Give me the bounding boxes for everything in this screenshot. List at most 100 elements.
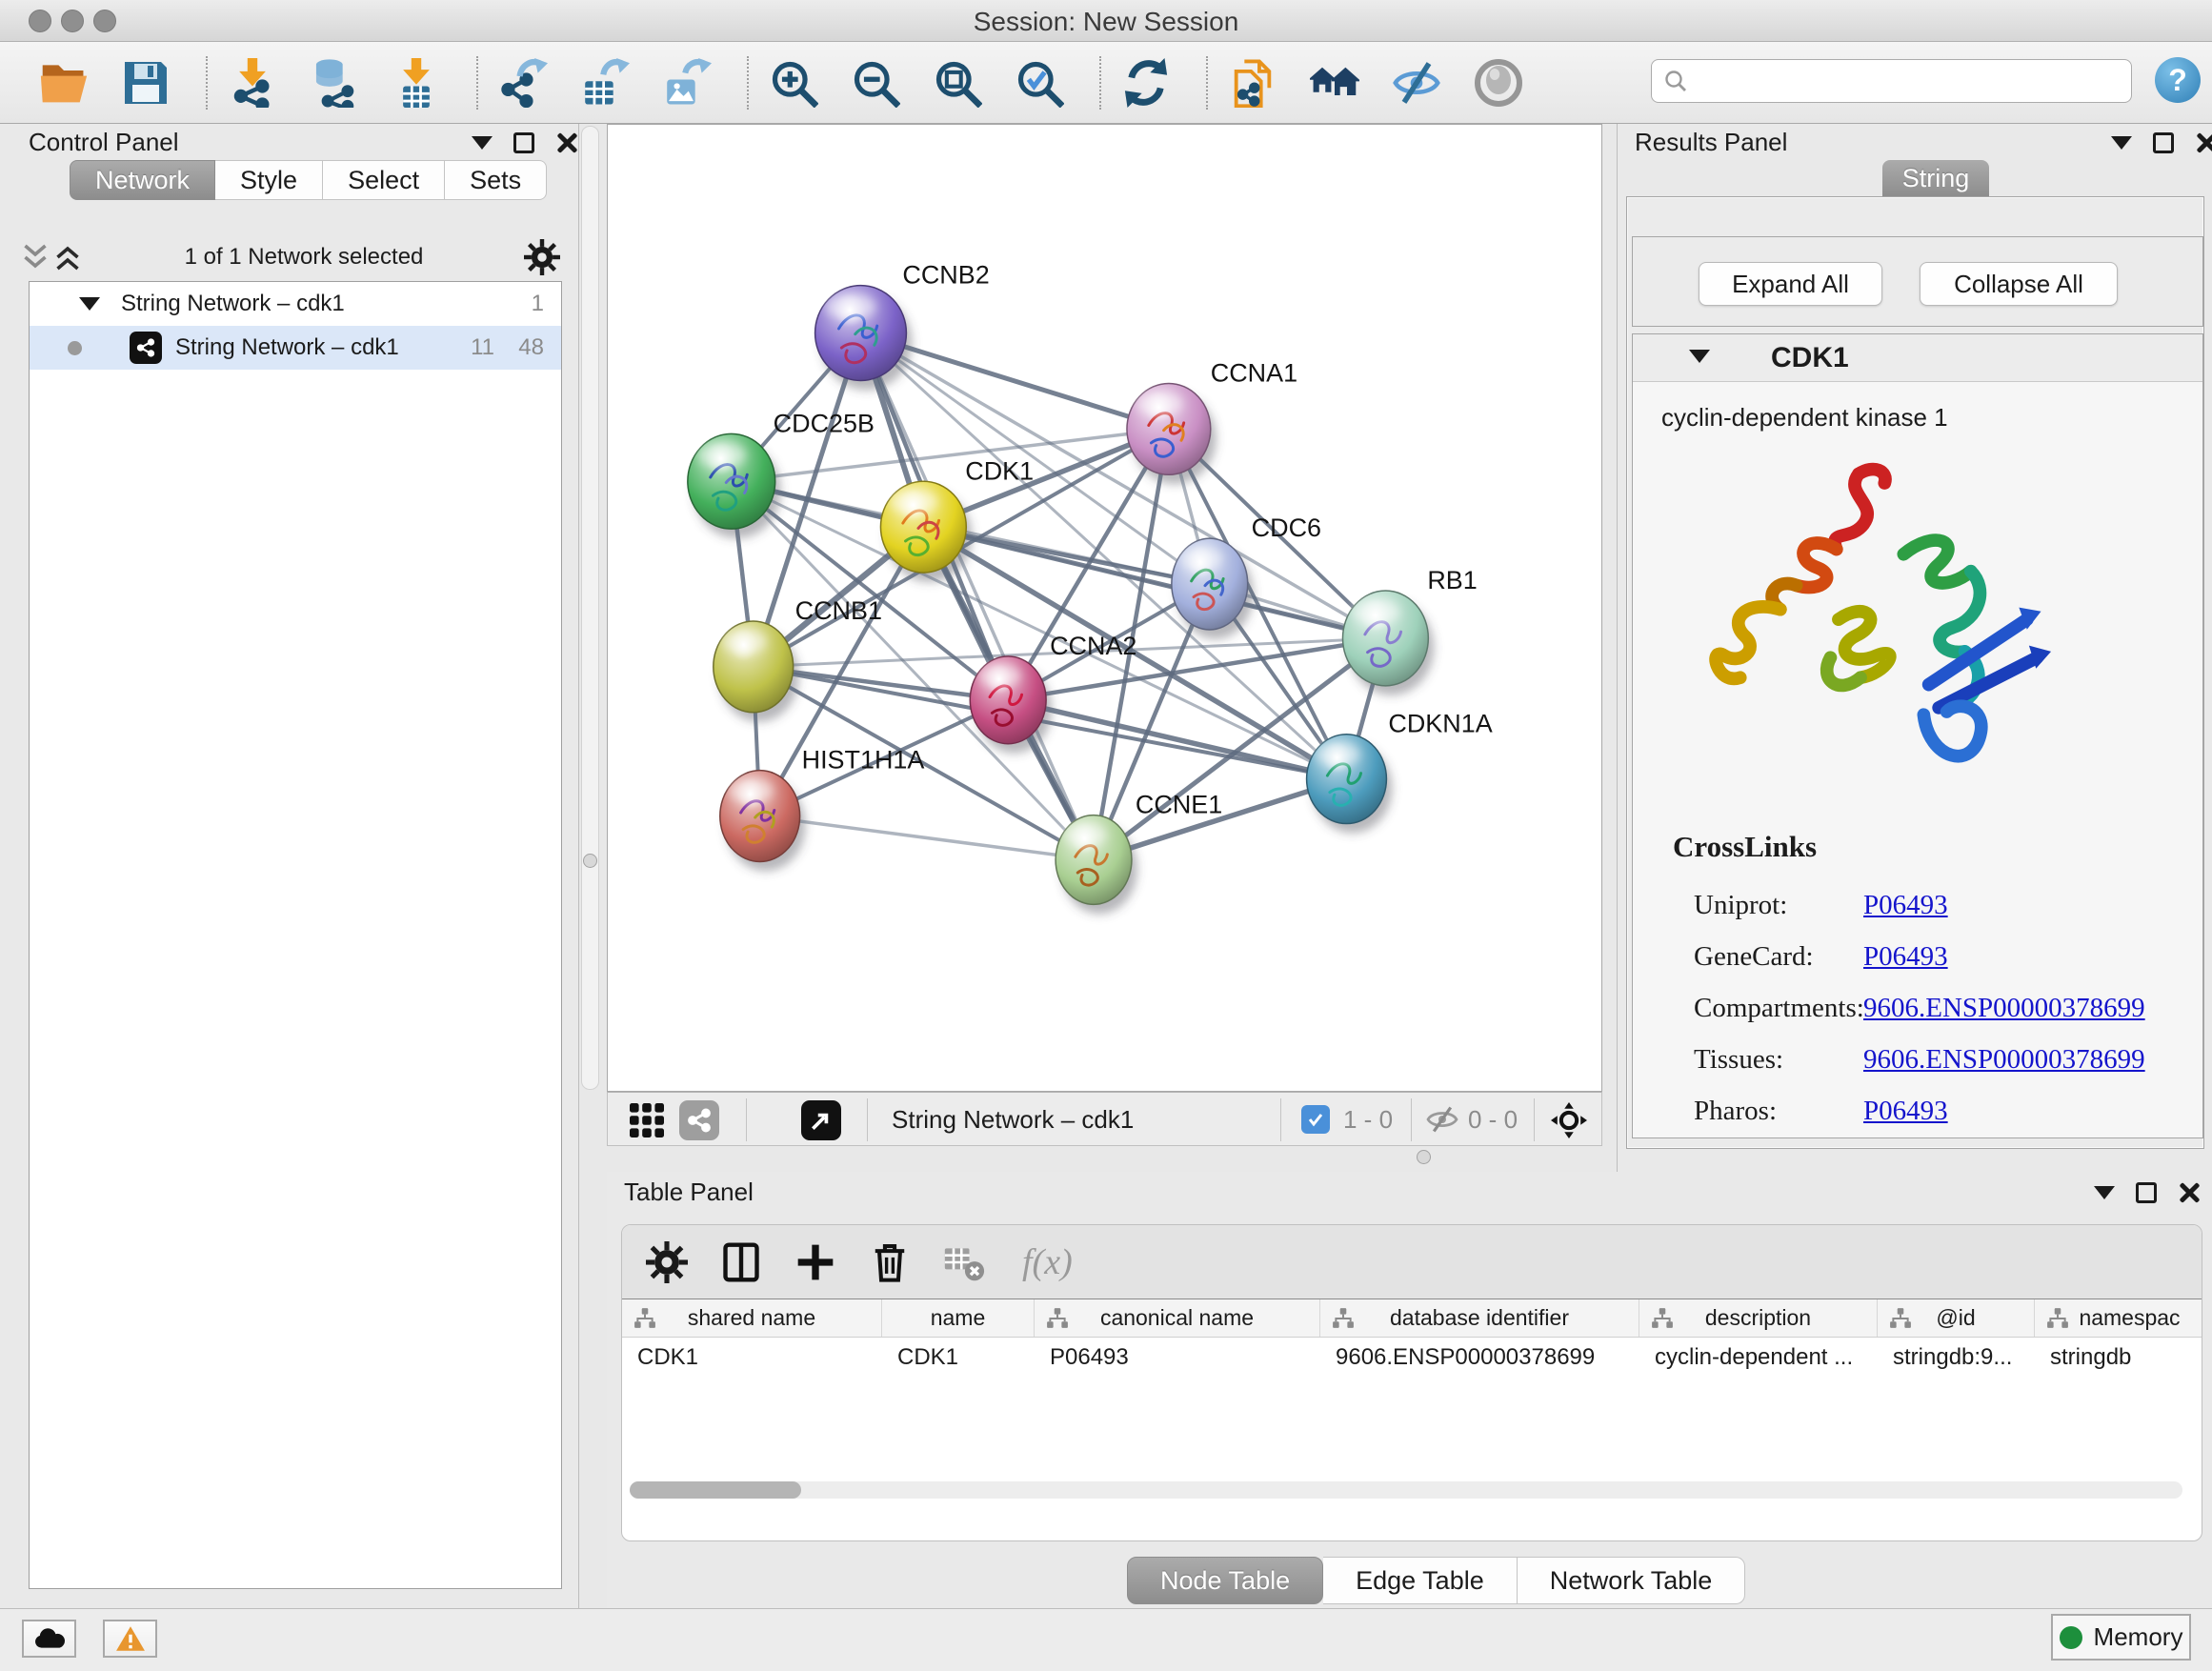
delete-column-trash-icon[interactable] [864,1237,915,1288]
collapse-all-button[interactable]: Collapse All [1920,262,2118,306]
help-button[interactable]: ? [2155,57,2201,103]
crosslink-link[interactable]: 9606.ENSP00000378699 [1863,993,2145,1024]
network-node-CDC6[interactable] [1172,538,1248,630]
zoom-out-button[interactable] [848,55,903,111]
network-node-CDK1[interactable] [880,481,966,573]
tab-select[interactable]: Select [323,160,445,200]
network-edge-CCNA2-CDKN1A[interactable] [1008,700,1346,779]
network-collection-row[interactable]: String Network – cdk1 1 [30,282,561,326]
network-edge-CCNB2-CCNE1[interactable] [861,333,1095,860]
network-node-CCNE1[interactable] [1056,815,1132,905]
hidden-elements-icon[interactable] [1425,1105,1459,1134]
search-icon [1663,69,1688,93]
crosslink-link[interactable]: P06493 [1863,941,1948,973]
network-edge-CCNB2-CCNA1[interactable] [861,333,1169,430]
network-edge-HIST1H1A-CCNE1[interactable] [760,816,1094,860]
tab-sets[interactable]: Sets [445,160,547,200]
search-field[interactable] [1651,59,2132,103]
collection-expander-icon[interactable] [79,297,100,311]
cloud-status-button[interactable] [22,1620,76,1658]
network-node-CCNA1[interactable] [1127,383,1211,474]
memory-button[interactable]: Memory [2051,1614,2191,1661]
network-node-CCNB1[interactable] [714,621,794,713]
refresh-button[interactable] [1118,55,1174,111]
import-network-button[interactable] [225,55,280,111]
tab-network-table[interactable]: Network Table [1518,1557,1746,1604]
scrollbar-thumb[interactable] [630,1481,801,1499]
export-network-button[interactable] [495,55,551,111]
column-header-shared-name[interactable]: shared name [622,1299,882,1337]
float-panel-icon[interactable] [2153,132,2174,153]
group-nodes-button[interactable] [1307,55,1362,111]
open-in-new-window-icon[interactable] [801,1100,841,1140]
gene-section-header[interactable]: CDK1 [1633,334,2202,382]
network-node-CCNA2[interactable] [970,656,1046,744]
save-session-button[interactable] [118,55,173,111]
column-header-canonical-name[interactable]: canonical name [1035,1299,1320,1337]
left-splitter[interactable] [581,126,599,1090]
open-session-button[interactable] [36,55,91,111]
panel-menu-icon[interactable] [2094,1186,2115,1199]
column-header-description[interactable]: description [1639,1299,1878,1337]
table-horizontal-scrollbar[interactable] [630,1481,2182,1499]
close-panel-icon[interactable] [2178,1181,2201,1204]
zoom-fit-button[interactable] [930,55,985,111]
tab-style[interactable]: Style [215,160,323,200]
crosslink-link[interactable]: 9606.ENSP00000378699 [1863,1044,2145,1076]
export-image-button[interactable] [659,55,714,111]
column-header-namespac[interactable]: namespac [2035,1299,2202,1337]
zoom-in-button[interactable] [766,55,821,111]
close-panel-icon[interactable] [555,131,578,154]
toolbar-separator [476,56,478,110]
tab-edge-table[interactable]: Edge Table [1323,1557,1518,1604]
tab-network[interactable]: Network [70,160,215,200]
network-node-CDC25B[interactable] [688,433,775,529]
horizontal-splitter-handle[interactable] [1417,1150,1431,1164]
share-document-button[interactable] [1225,55,1280,111]
panel-menu-icon[interactable] [2111,136,2132,150]
tab-string[interactable]: String [1882,160,1989,196]
network-node-CCNB2[interactable] [815,286,907,381]
show-columns-icon[interactable] [715,1237,767,1288]
table-settings-gear-icon[interactable] [641,1237,693,1288]
panel-menu-icon[interactable] [472,136,493,150]
network-options-gear-icon[interactable] [524,239,560,275]
protein-structure-image [1688,458,2069,811]
network-share-icon[interactable] [679,1100,719,1140]
gene-expander-icon[interactable] [1689,350,1710,363]
collapse-all-icon[interactable] [19,243,51,272]
column-header-name[interactable]: name [882,1299,1035,1337]
import-network-database-button[interactable] [307,55,362,111]
crosslink-link[interactable]: P06493 [1863,1096,1948,1127]
float-panel-icon[interactable] [2136,1182,2157,1203]
column-header--id[interactable]: @id [1878,1299,2035,1337]
close-panel-icon[interactable] [2195,131,2212,154]
table-row[interactable]: CDK1CDK1P064939606.ENSP00000378699cyclin… [622,1338,2202,1378]
warnings-button[interactable] [103,1620,157,1658]
network-canvas[interactable]: CCNB2CCNA1CDC25BCDK1CDC6RB1CCNB1CCNA2CDK… [607,124,1602,1092]
add-column-icon[interactable] [790,1237,841,1288]
node-table-box: f(x) shared namenamecanonical namedataba… [621,1224,2202,1541]
network-row[interactable]: String Network – cdk1 11 48 [30,326,561,370]
export-table-button[interactable] [577,55,633,111]
fit-content-crosshair-icon[interactable] [1551,1102,1587,1138]
selected-nodes-checkbox[interactable] [1301,1105,1330,1134]
preview-button[interactable] [1471,55,1526,111]
window-title: Session: New Session [0,7,2212,37]
tab-node-table[interactable]: Node Table [1127,1557,1323,1604]
network-node-RB1[interactable] [1343,591,1429,686]
float-panel-icon[interactable] [513,132,534,153]
column-header-database-identifier[interactable]: database identifier [1320,1299,1639,1337]
network-node-HIST1H1A[interactable] [720,771,800,862]
crosslink-link[interactable]: P06493 [1863,890,1948,921]
birdseye-grid-icon[interactable] [630,1103,664,1137]
left-splitter-handle[interactable] [583,854,597,868]
import-table-button[interactable] [389,55,444,111]
hide-show-button[interactable] [1389,55,1444,111]
expand-all-icon[interactable] [51,243,84,272]
expand-all-button[interactable]: Expand All [1699,262,1882,306]
export-network-icon [498,58,548,108]
search-input[interactable] [1688,62,2131,100]
network-node-CDKN1A[interactable] [1307,735,1387,824]
zoom-selected-button[interactable] [1012,55,1067,111]
